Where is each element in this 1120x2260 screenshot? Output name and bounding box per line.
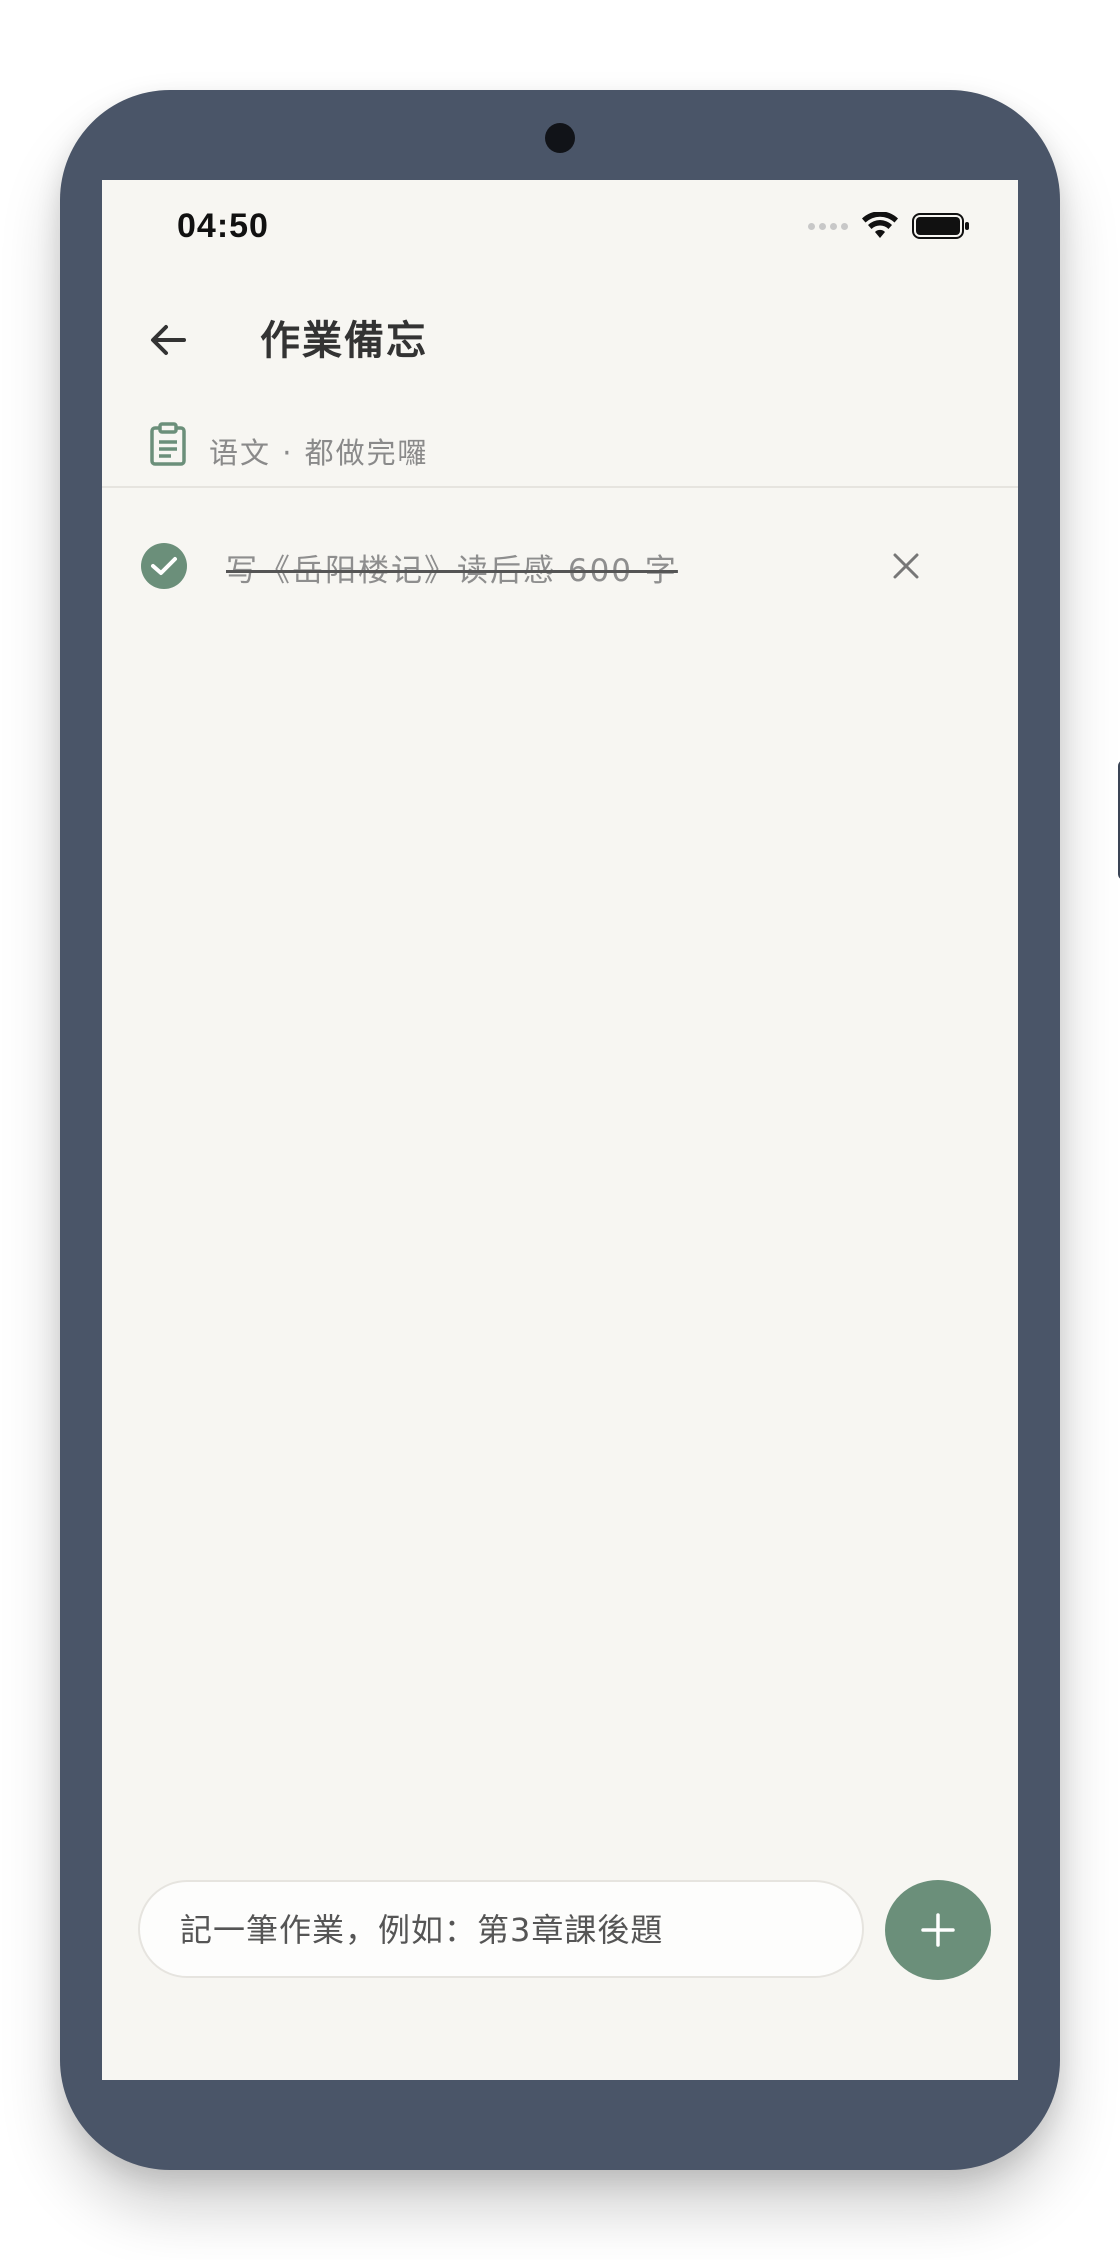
task-text: 写《岳阳楼记》读后感 600 字 (226, 553, 678, 589)
battery-icon (912, 213, 969, 239)
task-done-checkbox[interactable] (141, 543, 187, 589)
app-header: 作業備忘 (102, 280, 1018, 410)
back-button[interactable] (138, 310, 198, 370)
close-icon (893, 553, 919, 579)
signal-icon (808, 222, 848, 230)
clipboard-icon (150, 422, 186, 466)
add-task-button[interactable] (885, 1880, 991, 1980)
status-time: 04:50 (177, 207, 269, 245)
list-item: 写《岳阳楼记》读后感 600 字 (102, 510, 1018, 620)
plus-icon (921, 1913, 955, 1947)
arrow-left-icon (151, 325, 186, 355)
subject-status-text: 语文 · 都做完囉 (209, 436, 429, 470)
new-task-bar (138, 1880, 864, 1978)
delete-task-button[interactable] (886, 546, 926, 586)
subject-summary: 语文 · 都做完囉 (102, 410, 1018, 488)
status-icons (808, 212, 970, 240)
front-camera (545, 123, 575, 153)
page-title: 作業備忘 (260, 318, 428, 364)
app-screen: 04:50 作業備忘 语文 · 都做完囉 写《岳阳楼记》读后感 600 字 記一… (102, 180, 1018, 2080)
new-task-input[interactable] (178, 1904, 822, 1956)
check-icon (151, 557, 177, 575)
wifi-icon (862, 212, 898, 238)
